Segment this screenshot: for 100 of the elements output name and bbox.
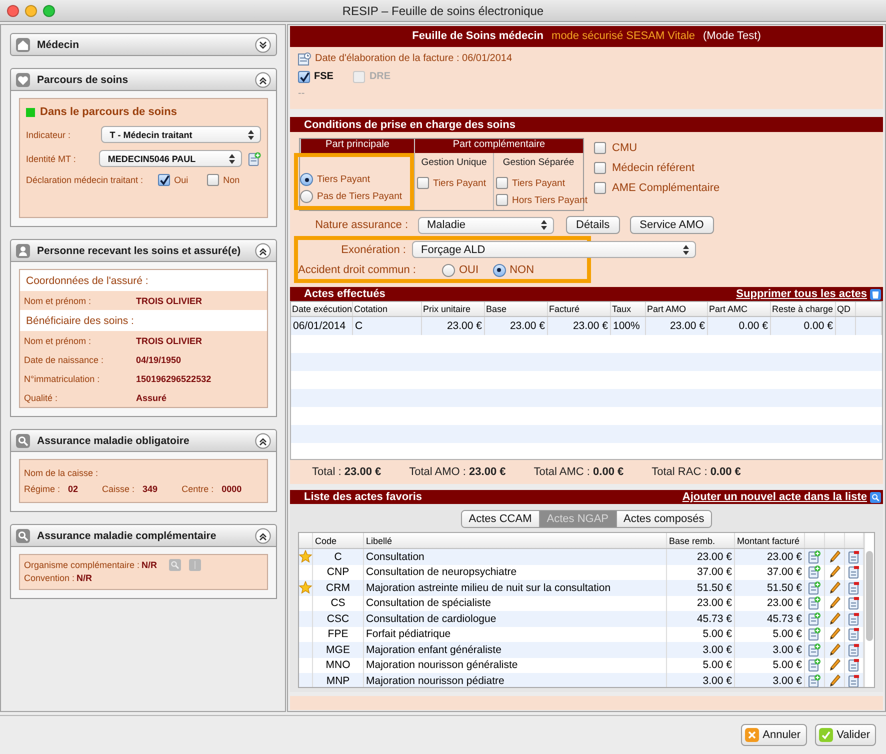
cancel-button[interactable]: Annuler	[740, 724, 807, 746]
pencil-icon[interactable]	[828, 565, 840, 580]
exoneration-dropdown[interactable]: Forçage ALD	[412, 241, 696, 258]
add-document-icon[interactable]	[808, 642, 821, 657]
option-label: Tiers Payant	[317, 174, 370, 186]
radio-button[interactable]	[492, 264, 506, 277]
document-flag-icon[interactable]	[848, 658, 860, 672]
checkbox[interactable]	[417, 177, 429, 190]
search-icon	[16, 434, 30, 448]
document-flag-icon[interactable]	[848, 580, 860, 595]
pencil-icon[interactable]	[828, 642, 840, 657]
close-icon	[744, 728, 759, 742]
document-flag-icon[interactable]	[848, 565, 860, 580]
updown-icon	[248, 130, 254, 140]
heart-icon	[16, 72, 30, 86]
star-icon[interactable]	[299, 581, 312, 594]
add-document-icon[interactable]	[808, 674, 821, 688]
collapse-icon[interactable]	[255, 72, 271, 88]
status-text: Dans le parcours de soins	[40, 106, 177, 118]
add-document-icon[interactable]	[808, 596, 821, 610]
checkbox[interactable]	[298, 70, 310, 83]
table-row[interactable]: CRM Majoration astreinte milieu de nuit sur la consultation 51.50 € 51.50 €	[299, 580, 864, 596]
pencil-icon[interactable]	[828, 627, 840, 642]
pencil-icon[interactable]	[828, 658, 840, 672]
pencil-icon[interactable]	[828, 674, 840, 688]
table-cell: 23.00 €	[485, 317, 548, 336]
checkbox[interactable]	[496, 194, 508, 206]
add-document-icon[interactable]	[808, 565, 821, 580]
column-header: Reste à charge	[771, 302, 836, 316]
checkbox[interactable]	[594, 182, 606, 194]
column-header: Part complémentaire	[414, 139, 583, 154]
field-label: Nature assurance :	[314, 219, 408, 232]
delete-all-link[interactable]: Supprimer tous les actes	[736, 288, 867, 300]
updown-icon	[683, 244, 689, 255]
updown-icon	[541, 220, 547, 230]
validate-button[interactable]: Valider	[814, 724, 876, 746]
checkbox[interactable]	[496, 177, 508, 190]
field-label: Qualité :	[24, 392, 59, 402]
checkbox[interactable]	[594, 142, 606, 154]
radio-button[interactable]	[300, 173, 313, 186]
indicateur-dropdown[interactable]: T - Médecin traitant	[100, 126, 261, 143]
pencil-icon[interactable]	[828, 596, 840, 610]
add-document-icon[interactable]	[808, 627, 821, 642]
radio-button[interactable]	[300, 190, 313, 204]
checkbox[interactable]	[207, 174, 220, 186]
table-cell: 45.73 €	[735, 611, 805, 627]
trash-icon[interactable]	[870, 288, 881, 300]
document-flag-icon[interactable]	[848, 627, 860, 642]
search-icon[interactable]	[870, 492, 881, 503]
nature-dropdown[interactable]: Maladie	[418, 216, 554, 234]
table-row[interactable]: CSC Consultation de cardiologue 45.73 € 45.73 €	[299, 611, 864, 627]
add-document-icon[interactable]	[808, 612, 821, 626]
document-flag-icon[interactable]	[848, 674, 860, 688]
checkbox-label: AME Complémentaire	[612, 182, 720, 194]
zoom-button[interactable]	[43, 4, 55, 16]
add-document-icon[interactable]	[808, 550, 821, 564]
table-cell: 06/01/2014	[291, 317, 353, 336]
table-cell: C	[353, 317, 422, 336]
document-flag-icon[interactable]	[848, 596, 860, 610]
checkbox-label: CMU	[612, 142, 638, 154]
person-icon	[16, 244, 30, 258]
collapse-icon[interactable]	[255, 242, 271, 258]
star-icon[interactable]	[299, 550, 312, 564]
field-label: Nom et prénom :	[24, 336, 92, 346]
table-row[interactable]: MNP Majoration nourisson pédiatre 3.00 € 3.00 €	[299, 673, 864, 688]
collapse-icon[interactable]	[255, 432, 271, 448]
field-label: Accident droit commun :	[298, 264, 416, 276]
document-flag-icon[interactable]	[848, 642, 860, 657]
minimize-button[interactable]	[25, 4, 37, 16]
table-row[interactable]: MGE Majoration enfant généraliste 3.00 € 3.00 €	[299, 642, 864, 658]
scrollbar[interactable]	[864, 533, 874, 688]
tab[interactable]: Actes CCAM	[462, 511, 539, 528]
identite-dropdown[interactable]: MEDECIN5046 PAUL	[98, 150, 242, 167]
pencil-icon[interactable]	[828, 612, 840, 626]
close-button[interactable]	[7, 4, 19, 16]
pencil-icon[interactable]	[828, 580, 840, 595]
details-button[interactable]: Détails	[566, 216, 620, 234]
checkbox[interactable]	[158, 174, 170, 186]
table-cell: 3.00 €	[735, 642, 805, 658]
checkbox[interactable]	[594, 162, 606, 174]
service-button[interactable]: Service AMO	[630, 216, 714, 234]
table-cell: 0.00 €	[771, 317, 836, 336]
column-header: Part principale	[300, 139, 414, 154]
add-document-icon[interactable]	[808, 658, 821, 672]
document-flag-icon[interactable]	[848, 550, 860, 564]
add-document-icon[interactable]	[808, 580, 821, 595]
table-cell: 0.00 €	[708, 317, 771, 336]
add-act-link[interactable]: Ajouter un nouvel acte dans la liste	[682, 491, 867, 504]
pencil-icon[interactable]	[828, 550, 840, 564]
tab[interactable]: Actes composés	[616, 511, 712, 528]
field-label: Caisse :	[102, 484, 135, 494]
table-cell: Consultation de cardiologue	[364, 611, 667, 627]
expand-icon[interactable]	[255, 36, 271, 52]
radio-button[interactable]	[442, 264, 455, 277]
option-label: NON	[510, 264, 534, 276]
document-flag-icon[interactable]	[848, 612, 860, 626]
table-cell: CSC	[313, 611, 364, 627]
table-row[interactable]: C Consultation 23.00 € 23.00 €	[299, 549, 864, 565]
add-document-icon[interactable]	[248, 150, 261, 166]
collapse-icon[interactable]	[255, 528, 271, 544]
